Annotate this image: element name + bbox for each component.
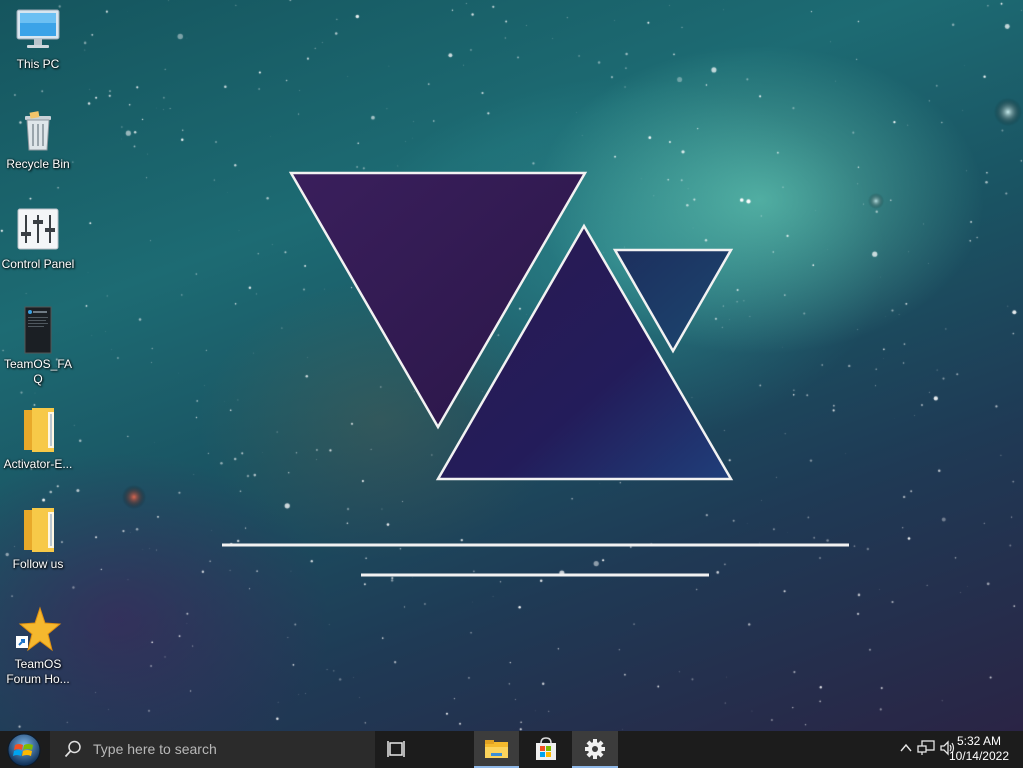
desktop-icon-recycle-bin[interactable]: Recycle Bin — [0, 106, 76, 172]
computer-icon — [14, 6, 62, 54]
desktop-icon-this-pc[interactable]: This PC — [0, 6, 76, 72]
clock[interactable]: 5:32 AM 10/14/2022 — [949, 734, 1009, 764]
clock-time: 5:32 AM — [956, 734, 1001, 748]
desktop-icon-teamos-forum[interactable]: TeamOS Forum Ho... — [0, 606, 76, 687]
system-tray: 5:32 AM 10/14/2022 — [873, 731, 1023, 768]
clock-date: 10/14/2022 — [948, 749, 1009, 763]
desktop-icon-follow-us[interactable]: Follow us — [0, 506, 76, 572]
gear-icon — [585, 739, 605, 759]
search-icon — [64, 740, 81, 758]
folder-icon — [14, 506, 62, 554]
wallpaper-logo-art — [222, 171, 849, 577]
desktop-icon-teamos-faq[interactable]: TeamOS_FAQ — [0, 306, 76, 387]
network-icon[interactable] — [917, 740, 935, 756]
desktop-icon-control-panel[interactable]: Control Panel — [0, 206, 76, 272]
task-view-button[interactable] — [374, 731, 420, 768]
star-shortcut-icon — [14, 606, 62, 654]
taskbar-app-settings[interactable] — [572, 731, 618, 768]
file-explorer-icon — [485, 740, 508, 758]
chevron-up-icon[interactable] — [899, 741, 913, 755]
control-panel-icon — [14, 206, 62, 254]
folder-icon — [14, 406, 62, 454]
search-placeholder: Type here to search — [93, 741, 217, 757]
desktop[interactable]: This PC Recycle Bin Control Panel TeamOS… — [0, 0, 1023, 731]
taskbar-app-store[interactable] — [523, 731, 569, 768]
start-button[interactable] — [4, 733, 44, 767]
windows-start-orb-icon — [7, 733, 41, 767]
task-view-icon — [387, 741, 405, 757]
desktop-icon-activator[interactable]: Activator-E... — [0, 406, 76, 472]
taskbar-app-file-explorer[interactable] — [474, 731, 519, 768]
document-icon — [14, 306, 62, 354]
store-icon — [536, 737, 556, 760]
recycle-bin-icon — [14, 106, 62, 154]
taskbar: Type here to search 5:32 AM 10/14/2022 — [0, 731, 1023, 768]
search-box[interactable]: Type here to search — [50, 731, 375, 768]
